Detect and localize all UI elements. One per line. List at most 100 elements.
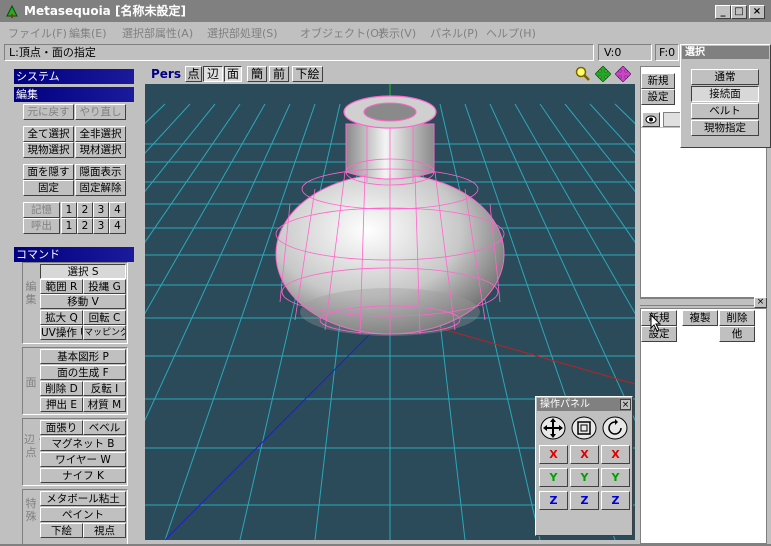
group-label-special: 特殊 [25,497,37,523]
select-current-object-button[interactable]: 現物指定 [691,120,759,136]
title-bar: Metasequoia [名称未設定] [0,0,771,22]
material-other-button[interactable]: 他 [719,326,755,342]
maximize-button[interactable]: □ [731,5,747,19]
menu-edit[interactable]: 編集(E) [69,25,107,41]
undo-button[interactable]: 元に戻す [23,104,74,120]
magnet-tool-button[interactable]: マグネット B [40,436,126,451]
face-generate-tool-button[interactable]: 面の生成 F [40,365,126,380]
move-x-button[interactable]: X [539,445,568,464]
menu-help[interactable]: ヘルプ(H) [486,25,536,41]
wire-tool-button[interactable]: ワイヤー W [40,452,126,467]
redo-button[interactable]: やり直し [75,104,126,120]
recall-slot-2[interactable]: 2 [77,218,93,234]
memory-slot-4[interactable]: 4 [109,202,126,218]
toggle-face[interactable]: 面 [224,66,242,82]
op-panel-close-button[interactable]: × [620,399,631,410]
material-copy-button[interactable]: 複製 [682,310,718,326]
scale-handle-icon[interactable] [570,415,598,441]
unfix-button[interactable]: 固定解除 [75,180,126,196]
memory-slot-3[interactable]: 3 [93,202,109,218]
recall-slot-1[interactable]: 1 [61,218,77,234]
hide-face-button[interactable]: 面を隠す [23,164,74,180]
selection-panel-title: 選択 [682,46,769,59]
move-y-button[interactable]: Y [539,468,568,487]
flip-tool-button[interactable]: 反転 I [83,381,126,396]
metaball-tool-button[interactable]: メタボール粘土 [40,491,126,506]
bevel-tool-button[interactable]: ベベル [83,420,126,435]
window-title: Metasequoia [名称未設定] [24,4,186,18]
toggle-front[interactable]: 前 [269,66,289,82]
panel-splitter[interactable] [640,298,767,306]
rotate-y-button[interactable]: Y [601,468,630,487]
underlay-tool-button[interactable]: 下絵 [40,523,83,538]
deselect-all-button[interactable]: 全非選択 [75,126,126,142]
select-connected-button[interactable]: 接続面 [691,86,759,102]
scale-tool-button[interactable]: 拡大 Q [40,310,83,325]
knife-tool-button[interactable]: ナイフ K [40,468,126,483]
memory-button[interactable]: 記憶 [23,202,60,218]
zoom-icon[interactable] [575,66,591,82]
toggle-edge[interactable]: 辺 [203,66,223,82]
rotate-handle-icon[interactable] [601,415,629,441]
primitive-tool-button[interactable]: 基本図形 P [40,349,126,364]
toggle-vertex[interactable]: 点 [185,66,202,82]
uv-tool-button[interactable]: UV操作 U [40,325,83,340]
scale-z-button[interactable]: Z [570,491,599,510]
close-button[interactable]: × [749,5,765,19]
move-z-button[interactable]: Z [539,491,568,510]
current-object-select-button[interactable]: 現物選択 [23,142,74,158]
rotate-x-button[interactable]: X [601,445,630,464]
move-tool-button[interactable]: 移動 V [40,294,126,309]
select-tool-button[interactable]: 選択 S [40,264,126,279]
select-belt-button[interactable]: ベルト [691,103,759,119]
op-panel-title: 操作パネル [537,398,631,411]
fix-button[interactable]: 固定 [23,180,74,196]
select-all-button[interactable]: 全て選択 [23,126,74,142]
toggle-underlay[interactable]: 下絵 [292,66,323,82]
current-material-select-button[interactable]: 現材選択 [75,142,126,158]
select-normal-button[interactable]: 通常 [691,69,759,85]
pan-icon[interactable] [595,66,611,82]
menu-panel[interactable]: パネル(P) [430,25,478,41]
toggle-simple[interactable]: 簡 [247,66,267,82]
recall-slot-3[interactable]: 3 [93,218,109,234]
show-hidden-button[interactable]: 隠面表示 [75,164,126,180]
extrude-tool-button[interactable]: 押出 E [40,397,83,412]
material-delete-button[interactable]: 削除 [719,310,755,326]
recall-slot-4[interactable]: 4 [109,218,126,234]
visibility-toggle[interactable] [642,112,660,127]
menu-view[interactable]: 表示(V) [378,25,416,41]
delete-tool-button[interactable]: 削除 D [40,381,83,396]
object-new-button[interactable]: 新規 [641,73,675,89]
rotate-view-icon[interactable] [615,66,631,82]
view-mode-label[interactable]: Pers [151,67,181,81]
rotate-z-button[interactable]: Z [601,491,630,510]
group-label-edit: 編集 [25,280,37,306]
face-count: F:0 [655,44,679,61]
menu-select-process[interactable]: 選択部処理(S) [207,25,278,41]
menu-object[interactable]: オブジェクト(O) [300,25,383,41]
scale-y-button[interactable]: Y [570,468,599,487]
scale-x-button[interactable]: X [570,445,599,464]
paint-tool-button[interactable]: ペイント [40,507,126,522]
move-handle-icon[interactable] [539,415,567,441]
range-tool-button[interactable]: 範囲 R [40,279,83,294]
mapping-tool-button[interactable]: マッピング [83,325,126,340]
vase-mesh[interactable] [275,95,505,336]
object-settings-button[interactable]: 設定 [641,89,675,105]
group-label-face: 面 [25,376,37,389]
eye-icon [645,115,657,124]
minimize-button[interactable]: _ [715,5,731,19]
face-stretch-tool-button[interactable]: 面張り [40,420,83,435]
material-panel-close-button[interactable]: × [754,297,767,308]
recall-button[interactable]: 呼出 [23,218,60,234]
material-tool-button[interactable]: 材質 M [83,397,126,412]
menu-select-attr[interactable]: 選択部属性(A) [122,25,193,41]
viewpoint-tool-button[interactable]: 視点 [83,523,126,538]
memory-slot-2[interactable]: 2 [77,202,93,218]
memory-slot-1[interactable]: 1 [61,202,77,218]
menu-file[interactable]: ファイル(F) [8,25,67,41]
rotate-tool-button[interactable]: 回転 C [83,310,126,325]
lasso-tool-button[interactable]: 投縄 G [83,279,126,294]
z-axis-line [164,313,391,540]
